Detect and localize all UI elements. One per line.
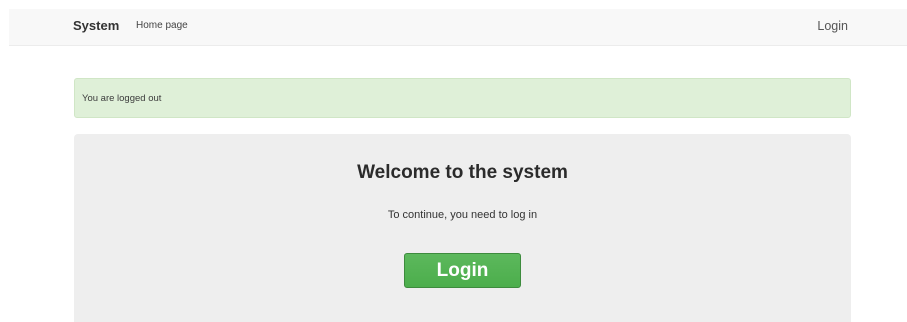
welcome-subtitle: To continue, you need to log in [387, 209, 538, 221]
page: System Home page Login You are logged ou… [0, 0, 907, 322]
navbar: System Home page Login [9, 9, 907, 46]
welcome-panel: Welcome to the system To continue, you n… [74, 134, 851, 322]
alert-message: You are logged out [82, 93, 162, 104]
navbar-brand[interactable]: System [73, 18, 119, 33]
nav-link-home[interactable]: Home page [136, 20, 188, 31]
welcome-title: Welcome to the system [357, 162, 568, 183]
login-button[interactable]: Login [404, 253, 521, 288]
logout-alert: You are logged out [74, 78, 851, 118]
nav-link-login[interactable]: Login [817, 19, 848, 33]
